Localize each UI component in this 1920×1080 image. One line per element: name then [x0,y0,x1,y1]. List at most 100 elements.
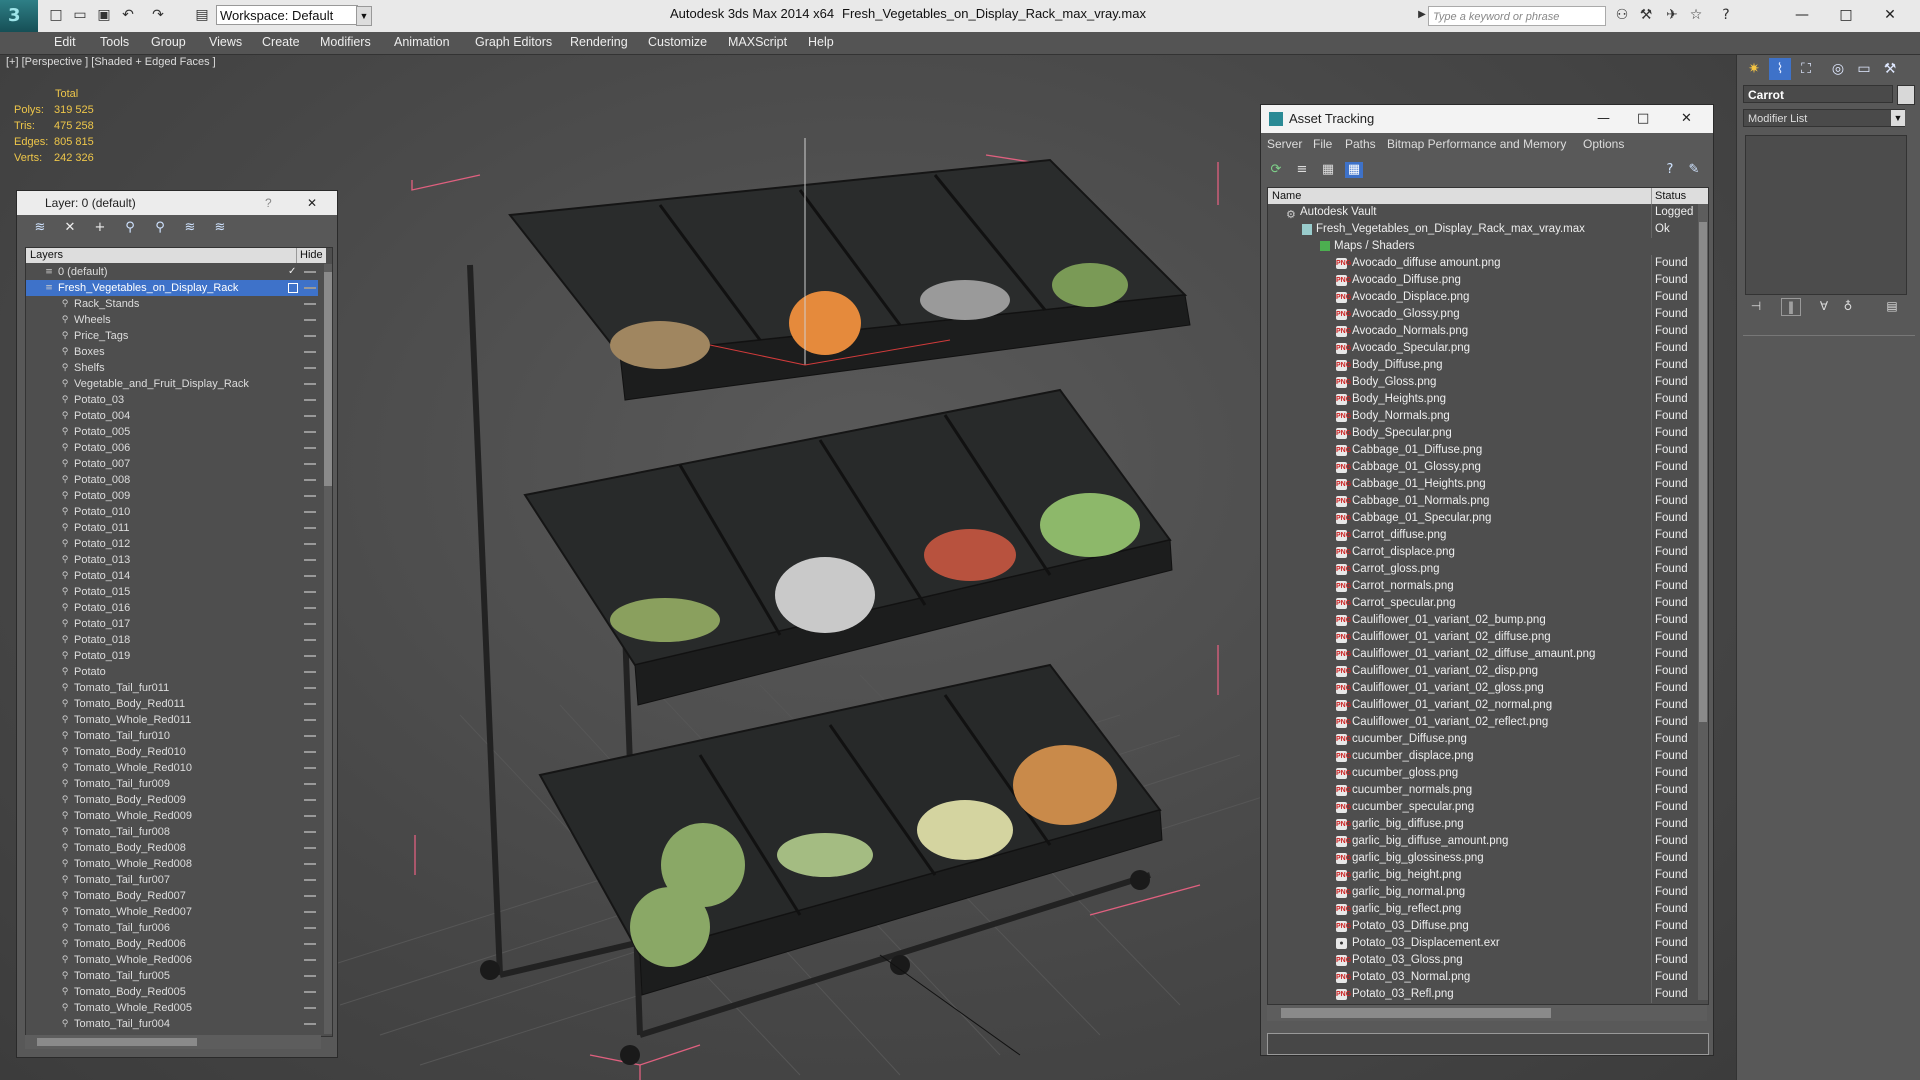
asset-map-row[interactable]: PNG garlic_big_glossiness.png Found [1268,850,1698,867]
asset-menu-bitmap-performance[interactable]: Bitmap Performance and Memory [1387,137,1566,151]
hide-toggle[interactable] [304,927,316,929]
table-view-icon[interactable]: ▦ [1345,162,1363,178]
show-end-result-icon[interactable]: ‖ [1781,298,1801,316]
configure-modifier-sets-icon[interactable]: ▤ [1883,298,1901,314]
layer-object-row[interactable]: ⚲ Potato_011 [26,520,318,536]
asset-map-row[interactable]: PNG Carrot_gloss.png Found [1268,561,1698,578]
asset-map-row[interactable]: PNG Body_Gloss.png Found [1268,374,1698,391]
menu-edit[interactable]: Edit [54,35,76,49]
layer-object-row[interactable]: ⚲ Potato_016 [26,600,318,616]
hide-toggle[interactable] [304,863,316,865]
asset-map-row[interactable]: ● Potato_03_Displacement.exr Found [1268,935,1698,952]
layer-object-row[interactable]: ⚲ Tomato_Body_Red005 [26,984,318,1000]
hide-toggle[interactable] [304,991,316,993]
open-file-icon[interactable]: ▭ [72,7,88,23]
asset-row-vault[interactable]: ⚙ Autodesk Vault Logged [1268,204,1698,221]
asset-map-row[interactable]: PNG garlic_big_reflect.png Found [1268,901,1698,918]
layer-row-selected[interactable]: ≡ Fresh_Vegetables_on_Display_Rack [26,280,318,296]
layer-object-row[interactable]: ⚲ Shelfs [26,360,318,376]
menu-customize[interactable]: Customize [648,35,707,49]
layer-object-row[interactable]: ⚲ Potato_010 [26,504,318,520]
layer-object-row[interactable]: ⚲ Boxes [26,344,318,360]
remove-modifier-icon[interactable]: ♁ [1839,298,1857,314]
asset-map-row[interactable]: PNG garlic_big_diffuse_amount.png Found [1268,833,1698,850]
asset-map-row[interactable]: PNG garlic_big_height.png Found [1268,867,1698,884]
asset-panel-titlebar[interactable]: Asset Tracking — □ ✕ [1261,105,1713,133]
modify-tab-icon[interactable]: ⌇ [1769,58,1791,80]
hide-toggle[interactable] [304,911,316,913]
hide-column-header[interactable]: Hide [296,248,323,263]
menu-help[interactable]: Help [808,35,834,49]
asset-map-row[interactable]: PNG Cauliflower_01_variant_02_diffuse_ama… [1268,646,1698,663]
layer-row-default[interactable]: ≡ 0 (default) ✓ [26,264,318,280]
asset-map-row[interactable]: PNG Carrot_displace.png Found [1268,544,1698,561]
layer-vertical-scrollbar[interactable] [324,264,332,1034]
new-file-icon[interactable]: □ [48,7,64,23]
hide-toggle[interactable] [304,335,316,337]
subscription-icon[interactable]: ⚒ [1638,7,1654,23]
hide-toggle[interactable] [304,415,316,417]
layer-object-row[interactable]: ⚲ Potato_009 [26,488,318,504]
hide-toggle[interactable] [304,879,316,881]
layer-object-row[interactable]: ⚲ Potato_007 [26,456,318,472]
hide-toggle[interactable] [304,479,316,481]
current-layer-check-icon[interactable]: ✓ [288,264,296,280]
scrollbar-thumb[interactable] [1281,1008,1551,1018]
minimize-button[interactable]: — [1597,105,1610,133]
layer-object-row[interactable]: ⚲ Tomato_Whole_Red008 [26,856,318,872]
hide-toggle[interactable] [304,767,316,769]
asset-map-row[interactable]: PNG Cabbage_01_Normals.png Found [1268,493,1698,510]
asset-row-max-file[interactable]: Fresh_Vegetables_on_Display_Rack_max_vra… [1268,221,1698,238]
info-icon[interactable]: ✎ [1685,162,1703,178]
hide-toggle[interactable] [304,367,316,369]
asset-map-row[interactable]: PNG Body_Specular.png Found [1268,425,1698,442]
save-icon[interactable]: ▣ [96,7,112,23]
asset-menu-paths[interactable]: Paths [1345,137,1376,151]
hide-toggle[interactable] [304,735,316,737]
workspace-dropdown[interactable]: Workspace: Default ▼ [216,5,372,26]
hide-toggle[interactable] [304,303,316,305]
chevron-down-icon[interactable]: ▼ [1891,110,1905,126]
name-column-header[interactable]: Name [1272,188,1301,204]
hierarchy-tab-icon[interactable]: ⛶ [1795,58,1817,80]
layer-object-row[interactable]: ⚲ Tomato_Body_Red008 [26,840,318,856]
highlight-layer-icon[interactable]: ⚲ [151,220,169,236]
layer-object-row[interactable]: ⚲ Potato_014 [26,568,318,584]
menu-create[interactable]: Create [262,35,300,49]
display-tab-icon[interactable]: ▭ [1853,58,1875,80]
asset-map-row[interactable]: PNG Avocado_Displace.png Found [1268,289,1698,306]
layer-list[interactable]: Layers Hide ≡ 0 (default) ✓ ≡ Fresh_Vegetabl… [25,247,333,1037]
layer-object-row[interactable]: ⚲ Potato_013 [26,552,318,568]
project-folder-icon[interactable]: ▤ [194,7,210,23]
hide-toggle[interactable] [304,1023,316,1025]
hide-all-layers-icon[interactable]: ≋ [181,220,199,236]
hide-toggle[interactable] [304,351,316,353]
asset-map-row[interactable]: PNG cucumber_displace.png Found [1268,748,1698,765]
layer-object-row[interactable]: ⚲ Tomato_Tail_fur006 [26,920,318,936]
layer-object-row[interactable]: ⚲ Potato_004 [26,408,318,424]
layer-object-row[interactable]: ⚲ Tomato_Tail_fur011 [26,680,318,696]
asset-map-row[interactable]: PNG Avocado_Glossy.png Found [1268,306,1698,323]
layer-object-row[interactable]: ⚲ Tomato_Body_Red006 [26,936,318,952]
communication-icon[interactable]: ✈ [1664,7,1680,23]
layer-object-row[interactable]: ⚲ Potato_015 [26,584,318,600]
layer-object-row[interactable]: ⚲ Tomato_Whole_Red007 [26,904,318,920]
app-logo-icon[interactable]: 3 [0,0,38,32]
hide-toggle[interactable] [304,799,316,801]
asset-map-row[interactable]: PNG Carrot_diffuse.png Found [1268,527,1698,544]
scrollbar-thumb[interactable] [1699,222,1707,722]
hide-toggle[interactable] [304,431,316,433]
hide-toggle[interactable] [304,831,316,833]
favorites-star-icon[interactable]: ☆ [1688,7,1704,23]
set-current-layer-checkbox[interactable] [288,283,298,293]
layer-object-row[interactable]: ⚲ Potato_018 [26,632,318,648]
layer-object-row[interactable]: ⚲ Tomato_Whole_Red006 [26,952,318,968]
hide-toggle[interactable] [304,383,316,385]
asset-menu-file[interactable]: File [1313,137,1332,151]
layer-object-row[interactable]: ⚲ Tomato_Tail_fur005 [26,968,318,984]
hide-toggle[interactable] [304,671,316,673]
hide-toggle[interactable] [304,319,316,321]
hide-toggle[interactable] [304,463,316,465]
hide-toggle[interactable] [304,943,316,945]
hide-toggle[interactable] [304,575,316,577]
